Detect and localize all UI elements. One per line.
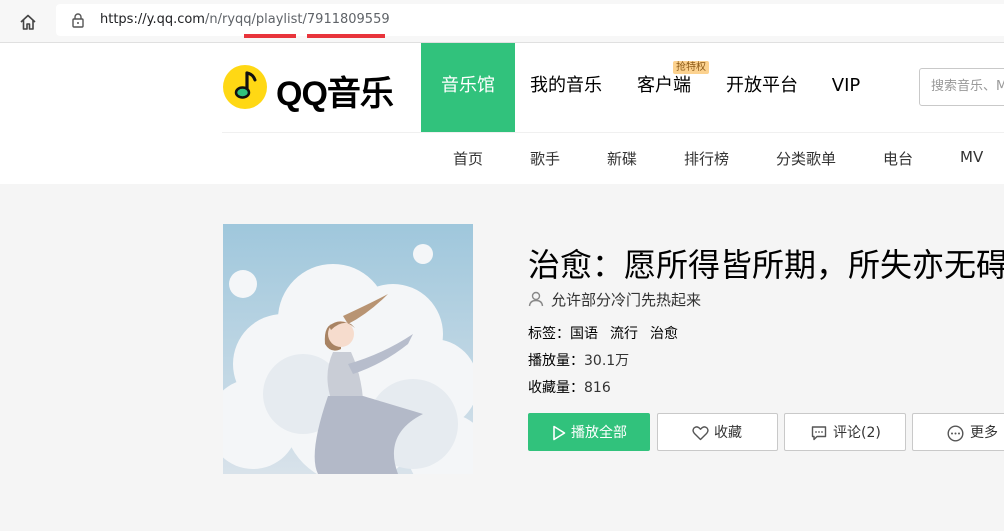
tag-link[interactable]: 治愈: [650, 326, 678, 342]
subnav-categories[interactable]: 分类歌单: [776, 148, 836, 169]
plays-row: 播放量：30.1万: [528, 350, 629, 370]
highlight-mark: [244, 34, 296, 38]
comment-label: 评论(2): [833, 425, 881, 441]
heart-icon: [692, 426, 709, 441]
subnav-singers[interactable]: 歌手: [530, 148, 560, 169]
url-path: /n/ryqq/playlist/7911809559: [204, 12, 390, 27]
nav-vip[interactable]: VIP: [830, 43, 862, 132]
play-all-button[interactable]: 播放全部: [528, 413, 650, 451]
user-icon: [528, 291, 544, 307]
comment-icon: [811, 426, 827, 441]
play-all-label: 播放全部: [571, 425, 627, 441]
nav-open-platform[interactable]: 开放平台: [724, 43, 800, 132]
highlight-mark: [307, 34, 385, 38]
tag-link[interactable]: 流行: [610, 326, 638, 342]
lock-icon: [72, 13, 84, 28]
playlist-title: 治愈：愿所得皆所期，所失亦无碍: [528, 246, 1004, 284]
url-field[interactable]: https://y.qq.com/n/ryqq/playlist/7911809…: [56, 4, 1004, 36]
tags-label: 标签：: [528, 326, 570, 342]
header-divider: [222, 132, 1004, 133]
tag-link[interactable]: 国语: [570, 326, 598, 342]
site-header: QQ音乐 音乐馆 我的音乐 客户端 抢特权 开放平台 VIP 搜索音乐、MV、歌…: [0, 43, 1004, 184]
browser-address-bar: https://y.qq.com/n/ryqq/playlist/7911809…: [0, 0, 1004, 43]
comment-button[interactable]: 评论(2): [784, 413, 906, 451]
url-text: https://y.qq.com/n/ryqq/playlist/7911809…: [100, 12, 390, 27]
creator-name: 允许部分冷门先热起来: [551, 291, 702, 309]
subnav-new-albums[interactable]: 新碟: [607, 148, 637, 169]
more-button[interactable]: 更多: [912, 413, 1004, 451]
playlist-cover: [223, 224, 473, 474]
collect-button[interactable]: 收藏: [657, 413, 778, 451]
subnav-mv[interactable]: MV: [960, 148, 983, 166]
play-count: 30.1万: [584, 353, 630, 369]
nav-music-hall[interactable]: 音乐馆: [421, 43, 515, 132]
home-icon[interactable]: [17, 11, 39, 33]
collect-label: 收藏: [714, 425, 742, 441]
more-label: 更多: [970, 425, 998, 441]
nav-client[interactable]: 客户端 抢特权: [635, 43, 709, 132]
logo-text: QQ音乐: [276, 75, 394, 113]
subnav-charts[interactable]: 排行榜: [684, 148, 729, 169]
search-input[interactable]: 搜索音乐、MV、歌单、用户: [919, 68, 1004, 106]
url-host: https://y.qq.com: [100, 12, 205, 27]
nav-my-music[interactable]: 我的音乐: [525, 43, 607, 132]
nav-client-label: 客户端: [637, 75, 691, 96]
play-icon: [553, 425, 566, 441]
plays-label: 播放量：: [528, 353, 584, 369]
privilege-badge: 抢特权: [673, 61, 709, 74]
favorites-row: 收藏量：816: [528, 377, 611, 397]
subnav-radio[interactable]: 电台: [883, 148, 913, 169]
music-note-logo-icon: [223, 65, 267, 109]
favorites-label: 收藏量：: [528, 380, 584, 396]
subnav-home[interactable]: 首页: [453, 148, 483, 169]
tags-row: 标签：国语 流行 治愈: [528, 323, 690, 343]
favorite-count: 816: [584, 380, 611, 396]
more-icon: [947, 425, 964, 442]
